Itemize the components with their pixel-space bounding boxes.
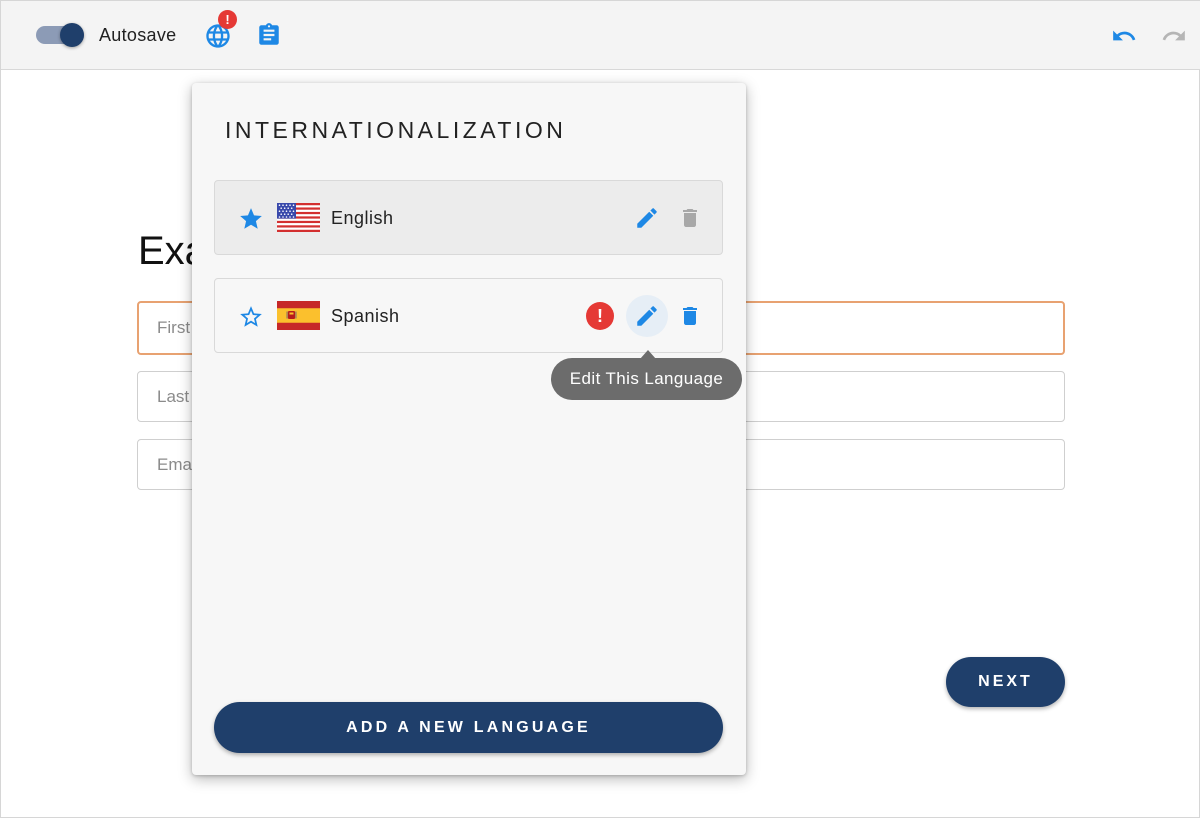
autosave-label: Autosave xyxy=(99,25,177,45)
edit-language-button[interactable] xyxy=(626,295,668,337)
toggle-knob xyxy=(60,23,84,47)
trash-icon[interactable] xyxy=(678,303,702,329)
next-button[interactable]: NEXT xyxy=(946,657,1065,707)
language-row-english[interactable]: English xyxy=(214,180,723,255)
undo-icon[interactable] xyxy=(1111,23,1137,49)
internationalization-panel: INTERNATIONALIZATION English Spanish ! E… xyxy=(192,83,746,775)
error-alert-icon: ! xyxy=(586,302,614,330)
edit-language-tooltip: Edit This Language xyxy=(551,358,742,400)
edit-pencil-icon[interactable] xyxy=(634,205,660,231)
clipboard-icon[interactable] xyxy=(256,22,282,48)
star-filled-icon[interactable] xyxy=(238,206,264,232)
trash-icon xyxy=(683,209,697,227)
globe-alert-badge: ! xyxy=(218,10,237,29)
top-toolbar: Autosave ! xyxy=(1,1,1200,70)
language-name: English xyxy=(331,208,394,228)
app-frame: Autosave ! Exa First Last Ema NEXT INTER… xyxy=(0,0,1200,818)
add-language-button[interactable]: ADD A NEW LANGUAGE xyxy=(214,702,723,753)
redo-icon[interactable] xyxy=(1161,23,1187,49)
panel-title: INTERNATIONALIZATION xyxy=(225,117,567,143)
autosave-toggle[interactable] xyxy=(36,23,86,47)
language-name: Spanish xyxy=(331,306,400,326)
us-flag-icon xyxy=(277,203,320,232)
language-row-spanish[interactable]: Spanish ! xyxy=(214,278,723,353)
spain-flag-icon xyxy=(277,301,320,330)
star-outline-icon[interactable] xyxy=(238,304,264,330)
edit-pencil-icon xyxy=(637,306,657,326)
